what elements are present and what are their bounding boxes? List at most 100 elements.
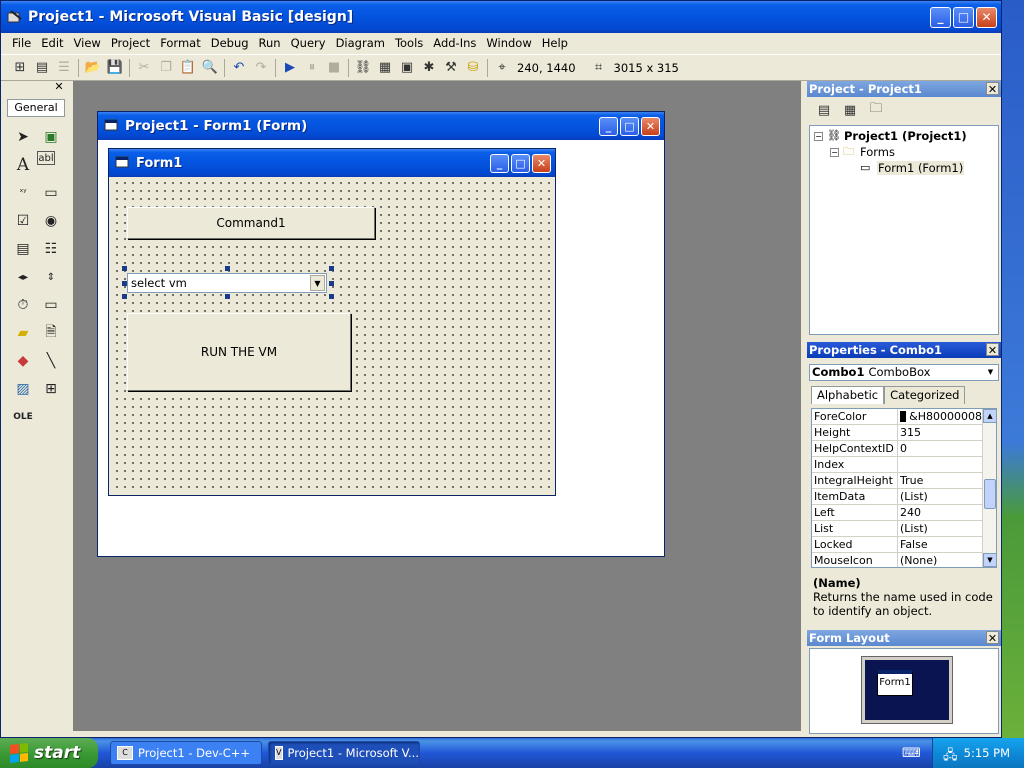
menu-window[interactable]: Window: [481, 36, 536, 50]
tree-item-project1[interactable]: − ⛓ Project1 (Project1): [810, 128, 998, 144]
tree-item-form1[interactable]: ▭ Form1 (Form1): [810, 160, 998, 176]
undo-icon[interactable]: ↶: [228, 58, 250, 78]
timer-tool-icon[interactable]: ⏱: [9, 291, 37, 319]
property-row[interactable]: ForeColor &H80000008: [812, 409, 982, 425]
menu-file[interactable]: File: [7, 36, 36, 50]
selection-handle[interactable]: [329, 281, 334, 286]
line-tool-icon[interactable]: ╲: [37, 347, 65, 375]
property-row[interactable]: HelpContextID 0: [812, 441, 982, 457]
task-visual-basic[interactable]: V Project1 - Microsoft V...: [268, 741, 420, 765]
maximize-button[interactable]: □: [953, 6, 974, 28]
add-form-icon[interactable]: ▤: [31, 58, 53, 78]
save-icon[interactable]: 💾: [104, 58, 126, 78]
selection-handle[interactable]: [225, 294, 230, 299]
network-icon[interactable]: 🖧: [943, 746, 958, 768]
toggle-folders-icon[interactable]: 🗀: [865, 100, 887, 120]
view-code-icon[interactable]: ▤: [813, 100, 835, 120]
toolbox-icon[interactable]: ⚒: [440, 58, 462, 78]
menu-format[interactable]: Format: [155, 36, 206, 50]
data-tool-icon[interactable]: ⊞: [37, 375, 65, 403]
property-row[interactable]: Height 315: [812, 425, 982, 441]
property-row[interactable]: Index: [812, 457, 982, 473]
menu-edit[interactable]: Edit: [36, 36, 68, 50]
form1-titlebar[interactable]: Form1 _ □ ✕: [109, 149, 555, 177]
paste-icon[interactable]: 📋: [177, 58, 199, 78]
form-layout-close-icon[interactable]: ✕: [986, 631, 999, 645]
checkbox-tool-icon[interactable]: ☑: [9, 207, 37, 235]
tree-item-forms[interactable]: − 🗀 Forms: [810, 144, 998, 160]
menu-editor-icon[interactable]: ☰: [53, 58, 75, 78]
menu-add-ins[interactable]: Add-Ins: [428, 36, 481, 50]
scroll-down-icon[interactable]: ▼: [983, 553, 996, 567]
break-icon[interactable]: ⏸: [301, 58, 323, 78]
menu-project[interactable]: Project: [106, 36, 155, 50]
drivelistbox-tool-icon[interactable]: ▭: [37, 291, 65, 319]
properties-window-icon[interactable]: ▦: [374, 58, 396, 78]
run-vm-button[interactable]: RUN THE VM: [127, 313, 351, 391]
combo1-combobox[interactable]: select vm ▼: [127, 273, 327, 293]
image-tool-icon[interactable]: ▨: [9, 375, 37, 403]
minimize-button[interactable]: _: [930, 6, 951, 28]
command1-button[interactable]: Command1: [127, 207, 375, 239]
end-icon[interactable]: ■: [323, 58, 345, 78]
chevron-down-icon[interactable]: ▼: [310, 275, 325, 291]
object-selector[interactable]: Combo1 ComboBox ▼: [809, 364, 999, 381]
dirlistbox-tool-icon[interactable]: ▰: [9, 319, 37, 347]
scroll-up-icon[interactable]: ▲: [983, 409, 996, 423]
start-run-icon[interactable]: ▶: [279, 58, 301, 78]
collapse-icon[interactable]: −: [830, 147, 839, 157]
form-layout-icon[interactable]: ▣: [396, 58, 418, 78]
toolbox-close-icon[interactable]: ✕: [53, 81, 65, 93]
clock[interactable]: 5:15 PM: [964, 746, 1010, 760]
property-row[interactable]: List (List): [812, 521, 982, 537]
cut-icon[interactable]: ✂: [133, 58, 155, 78]
selection-handle[interactable]: [122, 294, 127, 299]
property-row[interactable]: ItemData (List): [812, 489, 982, 505]
form-designer-maximize-button[interactable]: □: [620, 116, 639, 136]
textbox-tool-icon[interactable]: abl: [37, 151, 55, 165]
form-designer-titlebar[interactable]: Project1 - Form1 (Form) _ □ ✕: [98, 112, 664, 140]
form1-design-grid[interactable]: Command1 select vm ▼ RUN THE VM: [111, 177, 553, 493]
keyboard-icon[interactable]: ⌨: [902, 746, 921, 761]
scroll-thumb[interactable]: [984, 479, 996, 509]
form1-close-button[interactable]: ✕: [532, 153, 551, 173]
data-view-icon[interactable]: ⛁: [462, 58, 484, 78]
tab-alphabetic[interactable]: Alphabetic: [811, 386, 885, 404]
pointer-tool-icon[interactable]: ➤: [9, 123, 37, 151]
task-dev-cpp[interactable]: C Project1 - Dev-C++: [110, 741, 262, 765]
ole-tool-icon[interactable]: OLE: [9, 403, 37, 431]
listbox-tool-icon[interactable]: ☷: [37, 235, 65, 263]
open-icon[interactable]: 📂: [82, 58, 104, 78]
toolbox-tab-general[interactable]: General: [7, 99, 65, 117]
menu-diagram[interactable]: Diagram: [331, 36, 390, 50]
vscrollbar-tool-icon[interactable]: ⇕: [37, 263, 65, 291]
find-icon[interactable]: 🔍: [199, 58, 221, 78]
add-project-icon[interactable]: ⊞: [9, 58, 31, 78]
property-row[interactable]: MouseIcon (None): [812, 553, 982, 567]
menu-help[interactable]: Help: [537, 36, 573, 50]
selection-handle[interactable]: [122, 266, 127, 271]
frame-tool-icon[interactable]: ˣʸ: [9, 179, 37, 207]
start-button[interactable]: start: [0, 738, 98, 768]
property-row[interactable]: IntegralHeight True: [812, 473, 982, 489]
label-tool-icon[interactable]: A: [9, 151, 37, 179]
view-object-icon[interactable]: ▦: [839, 100, 861, 120]
form-designer-minimize-button[interactable]: _: [599, 116, 618, 136]
commandbutton-tool-icon[interactable]: ▭: [37, 179, 65, 207]
selection-handle[interactable]: [329, 294, 334, 299]
form1-minimize-button[interactable]: _: [490, 153, 509, 173]
form1[interactable]: Form1 _ □ ✕ Command1 select vm ▼ RUN THE…: [108, 148, 556, 496]
properties-scrollbar[interactable]: ▲ ▼: [982, 409, 996, 567]
menu-debug[interactable]: Debug: [206, 36, 254, 50]
menu-query[interactable]: Query: [286, 36, 331, 50]
menu-run[interactable]: Run: [254, 36, 286, 50]
redo-icon[interactable]: ↷: [250, 58, 272, 78]
filelistbox-tool-icon[interactable]: 🗎: [37, 319, 65, 347]
property-row[interactable]: Left 240: [812, 505, 982, 521]
form1-maximize-button[interactable]: □: [511, 153, 530, 173]
object-browser-icon[interactable]: ✱: [418, 58, 440, 78]
collapse-icon[interactable]: −: [814, 131, 823, 141]
optionbutton-tool-icon[interactable]: ◉: [37, 207, 65, 235]
tab-categorized[interactable]: Categorized: [884, 386, 966, 404]
form-designer-close-button[interactable]: ✕: [641, 116, 660, 136]
